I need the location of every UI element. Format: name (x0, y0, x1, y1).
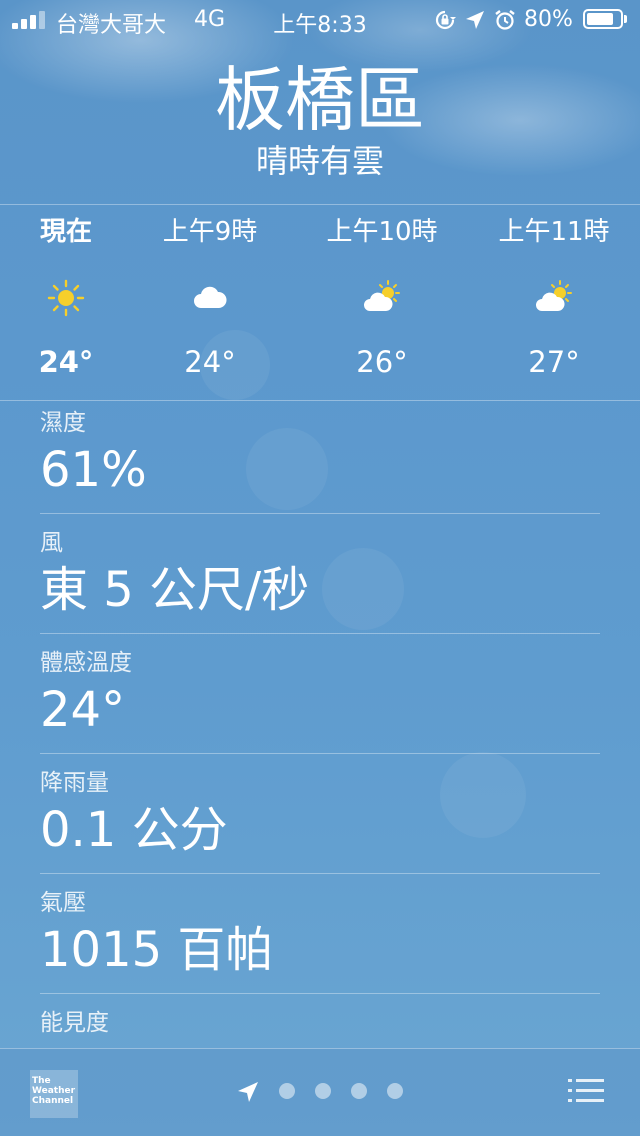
detail-visibility: 能見度 (40, 1008, 600, 1048)
hour-temperature: 26° (356, 345, 408, 379)
battery-level-fill (587, 13, 613, 25)
page-dot[interactable] (387, 1083, 403, 1099)
page-dot[interactable] (279, 1083, 295, 1099)
hour-temperature: 24° (184, 345, 236, 379)
detail-label: 能見度 (40, 1010, 109, 1036)
detail-value: 61% (40, 442, 147, 498)
detail-feels-like: 體感溫度 24° (40, 648, 600, 752)
hourly-item: 上午10時 26° (312, 214, 452, 384)
divider (0, 1048, 640, 1049)
weather-channel-logo[interactable]: The Weather Channel (30, 1070, 78, 1118)
page-dot[interactable] (351, 1083, 367, 1099)
detail-value: 24° (40, 682, 126, 738)
city-name: 板橋區 (215, 59, 425, 141)
detail-humidity: 濕度 61% (40, 408, 600, 512)
partly-sunny-icon (364, 280, 400, 311)
hour-label: 上午10時 (326, 217, 438, 247)
hour-label: 上午11時 (498, 217, 610, 247)
divider (0, 204, 640, 205)
hour-temperature: 24° (38, 345, 94, 379)
hour-label: 現在 (39, 217, 92, 247)
divider (40, 873, 600, 874)
detail-label: 濕度 (40, 410, 86, 436)
detail-wind: 風 東 5 公尺/秒 (40, 528, 600, 632)
divider (0, 400, 640, 401)
detail-value: 東 5 公尺/秒 (40, 562, 310, 618)
detail-label: 降雨量 (40, 770, 109, 796)
detail-value: 0.1 公分 (40, 802, 228, 858)
location-arrow-icon[interactable] (236, 1080, 260, 1104)
battery-icon (583, 9, 623, 29)
detail-value: 1015 百帕 (40, 922, 274, 978)
list-icon[interactable] (568, 1076, 604, 1106)
orientation-lock-icon (435, 10, 456, 30)
hour-temperature: 27° (528, 345, 580, 379)
detail-label: 氣壓 (40, 890, 86, 916)
page-dot[interactable] (315, 1083, 331, 1099)
hourly-item: 上午9時 24° (140, 214, 280, 384)
battery-percentage: 80% (524, 7, 573, 32)
detail-precipitation: 降雨量 0.1 公分 (40, 768, 600, 872)
logo-text: Weather (32, 1086, 76, 1096)
detail-label: 風 (40, 530, 63, 556)
hourly-item-now: 現在 24° (0, 214, 136, 384)
status-bar: 台灣大哥大 4G 上午8:33 80% (0, 0, 640, 40)
hour-label: 上午9時 (162, 217, 258, 247)
sun-icon (47, 279, 85, 317)
cloud-icon (194, 286, 227, 308)
partly-sunny-icon (536, 280, 572, 311)
divider (40, 753, 600, 754)
hourly-item: 上午11時 27° (484, 214, 624, 384)
logo-text: Channel (32, 1096, 74, 1106)
divider (40, 633, 600, 634)
battery-cap (624, 15, 627, 23)
divider (40, 993, 600, 994)
logo-text: The (32, 1076, 51, 1086)
detail-label: 體感溫度 (40, 650, 132, 676)
location-services-icon (466, 11, 484, 29)
divider (40, 513, 600, 514)
alarm-icon (495, 10, 515, 30)
weather-condition: 晴時有雲 (255, 142, 384, 180)
detail-pressure: 氣壓 1015 百帕 (40, 888, 600, 992)
